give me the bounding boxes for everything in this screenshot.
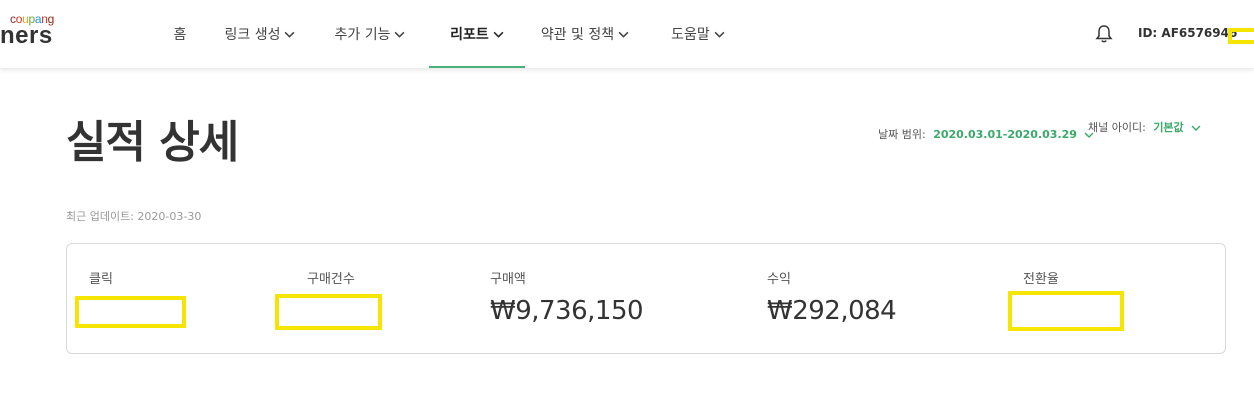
stat-label-revenue: 수익: [767, 272, 791, 287]
date-range-label: 날짜 범위:: [878, 128, 926, 141]
report-page: coupang ners 홈 링크 생성 추가 기능 리포트 약관 및 정책 도…: [0, 0, 1254, 400]
stat-label-purchases: 구매건수: [307, 272, 355, 287]
nav-terms-policy[interactable]: 약관 및 정책: [535, 0, 635, 68]
stat-value-purchase-amount: ₩9,736,150: [490, 296, 644, 326]
nav-help-label: 도움말: [671, 27, 710, 43]
nav-help[interactable]: 도움말: [664, 0, 732, 68]
date-range-value[interactable]: 2020.03.01-2020.03.29: [933, 128, 1077, 141]
nav-home-label: 홈: [173, 27, 187, 43]
channel-id-label: 채널 아이디:: [1088, 121, 1146, 134]
redaction-highlight: [1228, 28, 1254, 44]
stat-label-clicks: 클릭: [89, 272, 113, 287]
nav-link-generation-label: 링크 생성: [224, 27, 281, 43]
stat-value-revenue: ₩292,084: [767, 296, 897, 326]
page-title: 실적 상세: [66, 117, 239, 168]
performance-summary-card: 클릭 구매건수 구매액 ₩9,736,150 수익 ₩292,084 전환율: [66, 243, 1226, 354]
chevron-down-icon: [714, 31, 725, 38]
date-range-filter[interactable]: 날짜 범위: 2020.03.01-2020.03.29: [878, 126, 1094, 142]
channel-id-value[interactable]: 기본값: [1153, 121, 1183, 134]
top-navigation: coupang ners 홈 링크 생성 추가 기능 리포트 약관 및 정책 도…: [0, 0, 1254, 68]
nav-extra-features[interactable]: 추가 기능: [328, 0, 412, 68]
nav-link-generation[interactable]: 링크 생성: [218, 0, 302, 68]
bell-icon[interactable]: [1095, 24, 1113, 44]
redaction-highlight: [75, 296, 186, 328]
chevron-down-icon: [395, 31, 405, 38]
nav-terms-policy-label: 약관 및 정책: [540, 27, 615, 43]
user-id[interactable]: ID: AF6576946: [1138, 26, 1237, 40]
chevron-down-icon[interactable]: [1191, 123, 1201, 133]
logo-wordmark-big: ners: [0, 22, 53, 49]
coupang-partners-logo[interactable]: coupang ners: [0, 12, 70, 52]
nav-extra-features-label: 추가 기능: [334, 27, 391, 43]
redaction-highlight: [275, 294, 382, 330]
chevron-down-icon: [285, 31, 295, 38]
nav-home[interactable]: 홈: [158, 0, 202, 68]
active-nav-indicator: [429, 66, 525, 68]
redaction-highlight: [1008, 291, 1124, 331]
nav-report[interactable]: 리포트: [430, 0, 524, 68]
chevron-down-icon: [493, 31, 504, 38]
nav-report-label: 리포트: [450, 27, 489, 43]
channel-id-filter[interactable]: 채널 아이디: 기본값: [1088, 119, 1201, 135]
stat-label-purchase-amount: 구매액: [490, 272, 526, 287]
stat-label-conversion-rate: 전환율: [1023, 272, 1059, 287]
chevron-down-icon: [618, 31, 629, 38]
last-updated: 최근 업데이트: 2020-03-30: [66, 210, 202, 223]
